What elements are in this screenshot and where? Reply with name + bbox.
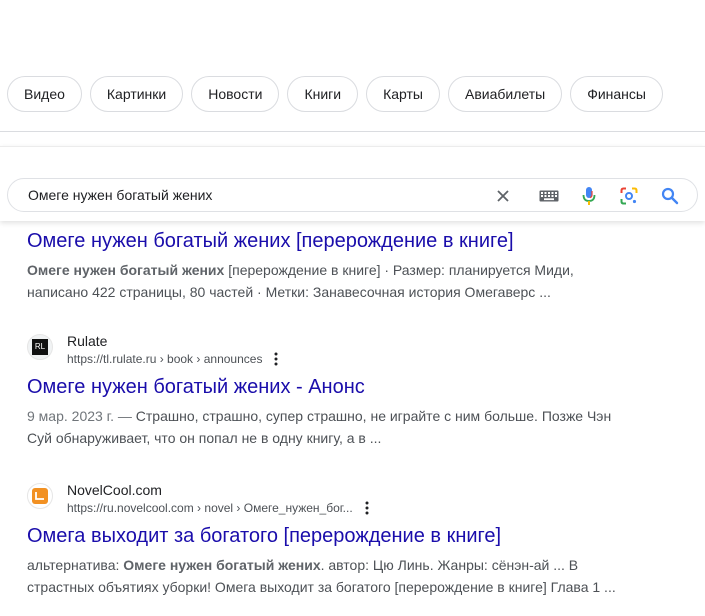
breadcrumb-url: https://ru.novelcool.com › novel › Омеге…	[67, 501, 353, 515]
site-name: NovelCool.com	[67, 482, 162, 498]
result-snippet: Омеге нужен богатый жених [перерождение …	[27, 259, 627, 303]
snippet-highlight: Омеге нужен богатый жених	[123, 557, 321, 573]
chip-images[interactable]: Картинки	[89, 76, 184, 112]
search-result: Омеге нужен богатый жених [перерождение …	[27, 228, 647, 303]
result-source[interactable]: RL Rulate https://tl.rulate.ru › book › …	[27, 332, 647, 368]
chip-finance[interactable]: Финансы	[570, 76, 663, 112]
search-result: NovelCool.com https://ru.novelcool.com ›…	[27, 481, 647, 598]
keyboard-icon[interactable]	[534, 185, 564, 207]
site-name: Rulate	[67, 333, 108, 349]
more-options-icon[interactable]	[365, 501, 369, 515]
search-result: RL Rulate https://tl.rulate.ru › book › …	[27, 332, 647, 449]
chip-video[interactable]: Видео	[7, 76, 82, 112]
snippet-date: 9 мар. 2023 г. —	[27, 408, 136, 424]
breadcrumb-url: https://tl.rulate.ru › book › announces	[67, 352, 263, 366]
search-icon[interactable]	[659, 185, 681, 207]
source-meta: NovelCool.com https://ru.novelcool.com ›…	[67, 481, 369, 517]
result-title-link[interactable]: Омеге нужен богатый жених - Анонс	[27, 374, 647, 400]
search-box	[7, 178, 698, 212]
novelcool-logo-icon	[32, 488, 48, 504]
site-url: https://ru.novelcool.com › novel › Омеге…	[67, 499, 369, 517]
result-title-link[interactable]: Омеге нужен богатый жених [перерождение …	[27, 228, 647, 254]
result-snippet: 9 мар. 2023 г. — Страшно, страшно, супер…	[27, 405, 627, 449]
site-url: https://tl.rulate.ru › book › announces	[67, 350, 278, 368]
source-meta: Rulate https://tl.rulate.ru › book › ann…	[67, 332, 278, 368]
search-input[interactable]	[28, 179, 468, 211]
microphone-icon[interactable]	[578, 185, 600, 207]
result-source[interactable]: NovelCool.com https://ru.novelcool.com ›…	[27, 481, 647, 517]
rulate-favicon: RL	[27, 334, 53, 360]
chip-news[interactable]: Новости	[191, 76, 280, 112]
more-options-icon[interactable]	[274, 352, 278, 366]
chip-maps[interactable]: Карты	[366, 76, 440, 112]
close-icon[interactable]	[492, 185, 514, 207]
snippet-highlight: Омеге нужен богатый жених	[27, 262, 225, 278]
divider	[0, 131, 705, 132]
filter-chips: Видео Картинки Новости Книги Карты Авиаб…	[7, 76, 663, 114]
lens-icon[interactable]	[618, 185, 640, 207]
snippet-prefix: альтернатива:	[27, 557, 124, 573]
result-title-link[interactable]: Омега выходит за богатого [перерождение …	[27, 523, 647, 549]
novelcool-favicon	[27, 483, 53, 509]
sticky-search-bar	[0, 146, 705, 221]
result-snippet: альтернатива: Омеге нужен богатый жених.…	[27, 554, 627, 598]
rulate-logo-icon: RL	[32, 339, 48, 355]
chip-flights[interactable]: Авиабилеты	[448, 76, 563, 112]
chip-books[interactable]: Книги	[287, 76, 359, 112]
